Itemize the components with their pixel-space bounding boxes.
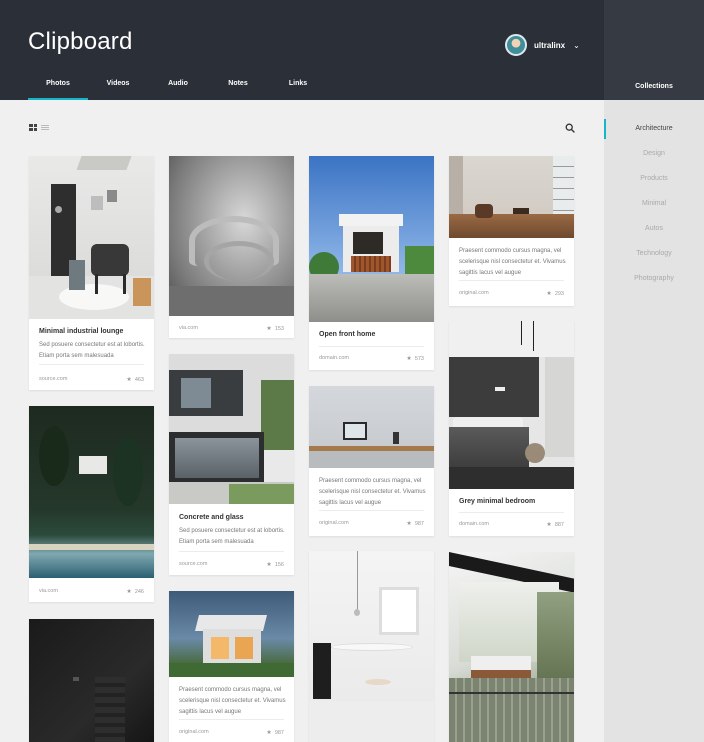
star-icon: ★ <box>126 377 132 383</box>
collections-title[interactable]: Collections <box>604 83 704 90</box>
sidebar-header: Collections <box>604 0 704 100</box>
pin-divider <box>459 512 564 513</box>
pin-image <box>449 156 574 238</box>
search-icon[interactable] <box>565 123 575 133</box>
sidebar-item-photography[interactable]: Photography <box>604 275 704 282</box>
star-icon: ★ <box>546 522 552 528</box>
grid-view-icon[interactable] <box>29 124 37 131</box>
media-tabs: Photos Videos Audio Notes Links <box>28 80 328 100</box>
pin-source[interactable]: original.com <box>319 520 349 526</box>
pin-card-concrete-and-glass[interactable]: Concrete and glass Sed posuere consectet… <box>169 354 294 575</box>
sidebar-item-autos[interactable]: Autos <box>604 225 704 232</box>
pin-card-grey-minimal-bedroom[interactable]: Grey minimal bedroom domain.com ★ 887 <box>449 321 574 536</box>
pin-title: Grey minimal bedroom <box>459 498 536 505</box>
pin-card-open-front-home[interactable]: Open front home domain.com ★ 573 <box>309 156 434 370</box>
pin-card-desk-workspace[interactable]: Praesent commodo cursus magna, vel scele… <box>309 386 434 536</box>
pin-source[interactable]: original.com <box>179 729 209 735</box>
pin-description: Praesent commodo cursus magna, vel scele… <box>459 248 566 276</box>
pin-divider <box>319 510 424 511</box>
pin-source[interactable]: domain.com <box>319 355 349 361</box>
pin-title: Concrete and glass <box>179 514 244 521</box>
pin-card-white-house-dusk[interactable]: Praesent commodo cursus magna, vel scele… <box>169 591 294 742</box>
tab-photos[interactable]: Photos <box>28 80 88 100</box>
sidebar-item-minimal[interactable]: Minimal <box>604 200 704 207</box>
pin-card-white-dining-room[interactable] <box>309 551 434 742</box>
pin-image <box>29 156 154 319</box>
pin-image <box>449 552 574 742</box>
star-icon: ★ <box>406 356 412 362</box>
star-icon: ★ <box>266 730 272 736</box>
star-icon: ★ <box>126 589 132 595</box>
pin-image <box>309 156 434 322</box>
pin-divider <box>459 280 564 281</box>
pin-image <box>449 321 574 489</box>
tab-audio[interactable]: Audio <box>148 80 208 100</box>
header: Clipboard ultralinx ⌄ Photos Videos Audi… <box>0 0 604 100</box>
sidebar-item-design[interactable]: Design <box>604 150 704 157</box>
pin-divider <box>179 551 284 552</box>
star-icon: ★ <box>406 521 412 527</box>
pin-save-count: ★ 463 <box>126 377 144 383</box>
pin-source[interactable]: via.com <box>179 325 198 331</box>
tab-links[interactable]: Links <box>268 80 328 100</box>
pin-image <box>169 156 294 316</box>
pin-divider <box>39 364 144 365</box>
pin-save-count: ★ 887 <box>546 522 564 528</box>
avatar[interactable] <box>505 34 527 56</box>
star-icon: ★ <box>266 326 272 332</box>
pin-save-count: ★ 293 <box>546 291 564 297</box>
pin-description: Praesent commodo cursus magna, vel scele… <box>179 687 286 715</box>
pin-title: Minimal industrial lounge <box>39 328 124 335</box>
pin-source[interactable]: domain.com <box>459 521 489 527</box>
tab-videos[interactable]: Videos <box>88 80 148 100</box>
pin-save-count: ★ 246 <box>126 589 144 595</box>
pin-divider <box>319 346 424 347</box>
pin-description: Sed posuere consectetur est at lobortis.… <box>179 528 285 545</box>
sidebar-item-technology[interactable]: Technology <box>604 250 704 257</box>
pin-source[interactable]: source.com <box>39 376 67 382</box>
pin-card-dark-interior[interactable] <box>29 619 154 742</box>
pin-description: Sed posuere consectetur est at lobortis.… <box>39 342 145 359</box>
pin-save-count: ★ 987 <box>266 730 284 736</box>
pin-save-count: ★ 573 <box>406 356 424 362</box>
list-view-icon[interactable] <box>41 124 49 131</box>
pin-source[interactable]: via.com <box>39 588 58 594</box>
pin-image <box>309 551 434 742</box>
pin-image <box>169 354 294 504</box>
pin-image <box>169 591 294 677</box>
star-icon: ★ <box>546 291 552 297</box>
pin-card-forest-house[interactable]: via.com ★ 246 <box>29 406 154 602</box>
pin-image <box>309 386 434 468</box>
user-menu[interactable]: ultralinx ⌄ <box>505 34 580 56</box>
pin-card-glass-bedroom[interactable] <box>449 552 574 742</box>
pin-card-modern-living-room[interactable]: Praesent commodo cursus magna, vel scele… <box>449 156 574 306</box>
pin-save-count: ★ 153 <box>266 326 284 332</box>
star-icon: ★ <box>266 562 272 568</box>
pin-save-count: ★ 156 <box>266 562 284 568</box>
pin-source[interactable]: source.com <box>179 561 207 567</box>
sidebar-item-products[interactable]: Products <box>604 175 704 182</box>
username: ultralinx <box>534 40 566 50</box>
pin-image <box>29 619 154 742</box>
pin-image <box>29 406 154 578</box>
pin-title: Open front home <box>319 331 376 338</box>
pin-save-count: ★ 987 <box>406 521 424 527</box>
tab-notes[interactable]: Notes <box>208 80 268 100</box>
pin-card-concrete-stairs[interactable]: via.com ★ 153 <box>169 156 294 338</box>
sidebar: Architecture Design Products Minimal Aut… <box>604 100 704 742</box>
pin-description: Praesent commodo cursus magna, vel scele… <box>319 478 426 506</box>
pin-card-minimal-industrial-lounge[interactable]: Minimal industrial lounge Sed posuere co… <box>29 156 154 390</box>
sidebar-item-architecture[interactable]: Architecture <box>604 125 704 132</box>
pin-source[interactable]: original.com <box>459 290 489 296</box>
pin-divider <box>179 719 284 720</box>
app-title: Clipboard <box>28 28 133 55</box>
chevron-down-icon[interactable]: ⌄ <box>573 41 580 50</box>
